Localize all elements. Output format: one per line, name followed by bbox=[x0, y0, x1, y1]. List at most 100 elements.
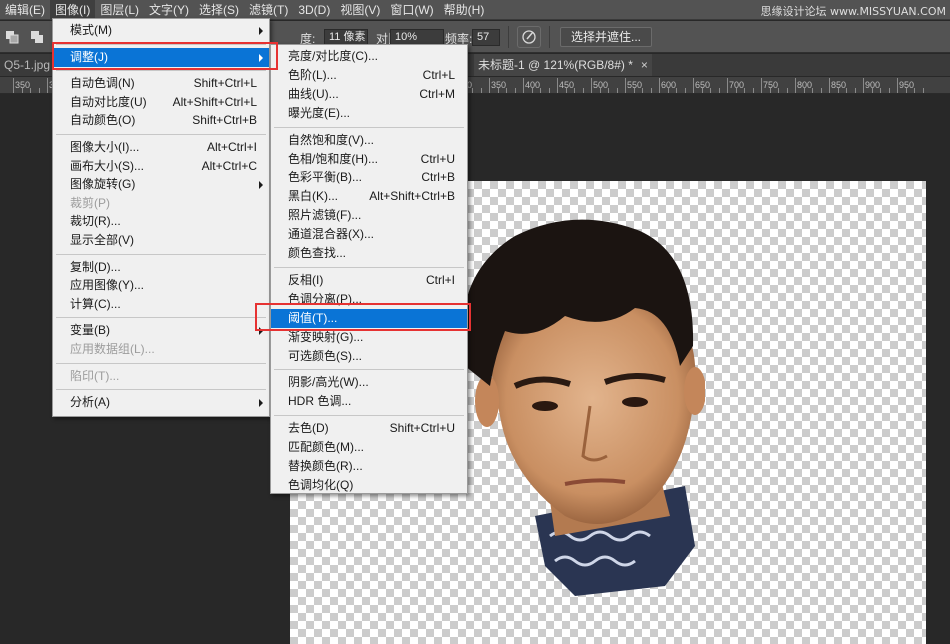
menu-separator bbox=[56, 317, 266, 319]
menu-item[interactable]: 曲线(U)... Ctrl+M bbox=[271, 85, 467, 104]
menu-item[interactable]: 亮度/对比度(C)... bbox=[271, 47, 467, 66]
menu-item-label: 色调均化(Q) bbox=[288, 477, 354, 492]
menu-item[interactable]: 通道混合器(X)... bbox=[271, 225, 467, 244]
menu-item[interactable]: 黑白(K)... Alt+Shift+Ctrl+B bbox=[271, 187, 467, 206]
ruler-tick bbox=[888, 88, 890, 93]
menu-item-label: 阴影/高光(W)... bbox=[288, 375, 369, 390]
menu-item-label: 色彩平衡(B)... bbox=[288, 170, 362, 185]
menu-separator bbox=[274, 126, 464, 128]
menu-image[interactable]: 图像(I) bbox=[50, 0, 96, 20]
menu-item[interactable]: 图像旋转(G) bbox=[53, 175, 269, 194]
menu-separator bbox=[56, 362, 266, 364]
ruler-tick bbox=[778, 88, 779, 93]
menu-view[interactable]: 视图(V) bbox=[335, 0, 385, 20]
menu-item-shortcut: Ctrl+I bbox=[425, 272, 455, 287]
menu-3d[interactable]: 3D(D) bbox=[293, 0, 335, 20]
ruler-tick bbox=[795, 78, 796, 93]
menu-item[interactable]: 计算(C)... bbox=[53, 295, 269, 314]
menu-item[interactable]: 颜色查找... bbox=[271, 244, 467, 263]
menu-edit[interactable]: 编辑(E) bbox=[0, 0, 50, 20]
menu-item[interactable]: 应用图像(Y)... bbox=[53, 276, 269, 295]
menu-item[interactable]: 照片滤镜(F)... bbox=[271, 206, 467, 225]
close-icon[interactable]: × bbox=[641, 58, 648, 72]
menu-item[interactable]: 复制(D)... bbox=[53, 258, 269, 277]
menu-item-label: 通道混合器(X)... bbox=[288, 227, 374, 242]
menu-item-label: HDR 色调... bbox=[288, 394, 352, 409]
menu-help[interactable]: 帮助(H) bbox=[439, 0, 490, 20]
menu-item[interactable]: 渐变映射(G)... bbox=[271, 328, 467, 347]
menu-filter[interactable]: 滤镜(T) bbox=[244, 0, 293, 20]
ruler-tick bbox=[710, 88, 711, 93]
menu-layer[interactable]: 图层(L) bbox=[95, 0, 144, 20]
menu-select[interactable]: 选择(S) bbox=[194, 0, 244, 20]
ruler-tick bbox=[540, 88, 541, 93]
menu-item: 陷印(T)... bbox=[53, 367, 269, 386]
pen-pressure-button[interactable] bbox=[517, 26, 541, 48]
menu-item[interactable]: 变量(B) bbox=[53, 321, 269, 340]
ruler-tick bbox=[489, 78, 490, 93]
menu-item[interactable]: 色阶(L)... Ctrl+L bbox=[271, 66, 467, 85]
ruler-tick bbox=[718, 88, 720, 93]
menu-item-label: 色调分离(P)... bbox=[288, 291, 362, 306]
menu-item[interactable]: 阴影/高光(W)... bbox=[271, 373, 467, 392]
menu-item[interactable]: 反相(I) Ctrl+I bbox=[271, 271, 467, 290]
menu-item[interactable]: 自动颜色(O) Shift+Ctrl+B bbox=[53, 111, 269, 130]
ruler-label: 500 bbox=[593, 80, 609, 90]
tab-title: 未标题-1 @ 121%(RGB/8#) * bbox=[478, 58, 633, 72]
menu-item-shortcut: Ctrl+M bbox=[419, 86, 455, 101]
menu-item[interactable]: 替换颜色(R)... bbox=[271, 457, 467, 476]
tool-preset-icon[interactable] bbox=[5, 30, 19, 44]
menu-item[interactable]: 色调均化(Q) bbox=[271, 476, 467, 495]
ruler-label: 800 bbox=[797, 80, 813, 90]
menu-item[interactable]: 分析(A) bbox=[53, 393, 269, 412]
menu-item[interactable]: 匹配颜色(M)... bbox=[271, 438, 467, 457]
menu-item[interactable]: 自动对比度(U) Alt+Shift+Ctrl+L bbox=[53, 93, 269, 112]
portrait-image bbox=[462, 219, 705, 596]
menu-item[interactable]: 色调分离(P)... bbox=[271, 290, 467, 309]
menu-item[interactable]: 去色(D) Shift+Ctrl+U bbox=[271, 419, 467, 438]
menu-item-label: 模式(M) bbox=[70, 23, 112, 37]
menu-item[interactable]: 色彩平衡(B)... Ctrl+B bbox=[271, 168, 467, 187]
menu-item-label: 画布大小(S)... bbox=[70, 158, 144, 173]
menu-item-shortcut: Alt+Shift+Ctrl+B bbox=[369, 189, 455, 204]
ruler-tick bbox=[701, 88, 703, 93]
menu-item[interactable]: 曝光度(E)... bbox=[271, 104, 467, 123]
menu-item[interactable]: 图像大小(I)... Alt+Ctrl+I bbox=[53, 138, 269, 157]
ruler-tick bbox=[803, 88, 805, 93]
menu-item[interactable]: 可选颜色(S)... bbox=[271, 347, 467, 366]
menu-type[interactable]: 文字(Y) bbox=[144, 0, 194, 20]
menu-separator bbox=[56, 134, 266, 135]
menu-item[interactable]: 模式(M) bbox=[53, 21, 269, 40]
menu-item[interactable]: 自动色调(N) Shift+Ctrl+L bbox=[53, 74, 269, 93]
menu-item[interactable]: 画布大小(S)... Alt+Ctrl+C bbox=[53, 157, 269, 176]
menu-item[interactable]: 阈值(T)... bbox=[271, 308, 467, 328]
frequency-field[interactable]: 57 bbox=[472, 29, 500, 46]
ruler-label: 550 bbox=[627, 80, 643, 90]
tab-untitled-1[interactable]: 未标题-1 @ 121%(RGB/8#) * × bbox=[474, 54, 652, 76]
menu-window[interactable]: 窗口(W) bbox=[385, 0, 438, 20]
ruler-tick bbox=[914, 88, 915, 93]
menu-item[interactable]: 色相/饱和度(H)... Ctrl+U bbox=[271, 150, 467, 169]
ruler-label: 450 bbox=[559, 80, 575, 90]
menu-item-label: 曲线(U)... bbox=[288, 86, 339, 101]
menu-item-label: 可选颜色(S)... bbox=[288, 348, 362, 363]
menu-item[interactable]: HDR 色调... bbox=[271, 392, 467, 411]
menu-item[interactable]: 显示全部(V) bbox=[53, 231, 269, 250]
ruler-tick bbox=[650, 88, 652, 93]
ruler-tick bbox=[616, 88, 618, 93]
menu-item-label: 匹配颜色(M)... bbox=[288, 440, 364, 455]
menu-item-label: 黑白(K)... bbox=[288, 189, 338, 204]
menu-item[interactable]: 自然饱和度(V)... bbox=[271, 131, 467, 150]
image-menu: 模式(M) 调整(J) 自动色调(N) Shift+Ctrl+L 自动对比度(U) Alt… bbox=[52, 18, 270, 417]
menu-item-label: 阈值(T)... bbox=[288, 310, 338, 325]
ruler-label: 850 bbox=[831, 80, 847, 90]
menu-separator bbox=[274, 266, 464, 268]
select-and-mask-button[interactable]: 选择并遮住... bbox=[560, 27, 653, 47]
selection-mode-icon[interactable] bbox=[30, 30, 44, 44]
menu-item[interactable]: 调整(J) bbox=[53, 47, 269, 67]
menu-item[interactable]: 裁切(R)... bbox=[53, 212, 269, 231]
ruler-tick bbox=[608, 88, 609, 93]
ruler-label: 950 bbox=[899, 80, 915, 90]
menu-item: 裁剪(P) bbox=[53, 194, 269, 213]
menu-item-shortcut: Alt+Shift+Ctrl+L bbox=[172, 94, 257, 109]
